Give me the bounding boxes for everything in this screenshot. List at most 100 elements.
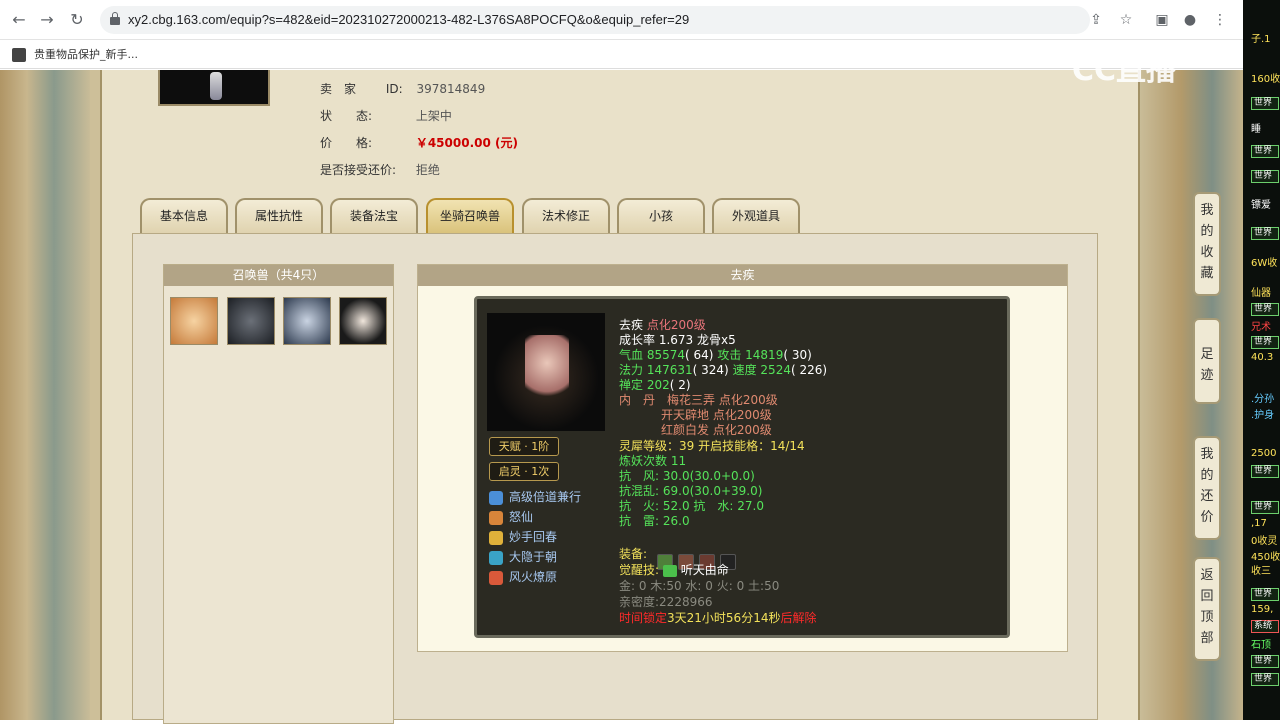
profile-icon[interactable]: ●	[1180, 10, 1200, 30]
talent-badge: 天赋 · 1阶	[489, 437, 559, 456]
awaken-line: 觉醒技: 听天由命	[619, 563, 729, 577]
tab-panel: 召唤兽（共4只） 去疾 天赋 · 1阶 启灵 · 1次 高级倍道兼行 怒仙 妙手…	[132, 233, 1098, 724]
page: 卖 家 ID: 397814849 状 态: 上架中 价 格: ￥45000.0…	[0, 53, 1243, 724]
equip-label: 装备:	[619, 547, 648, 561]
summon-name-line: 去疾 点化200级	[619, 318, 706, 332]
tab-equipment[interactable]: 装备法宝	[330, 198, 418, 234]
bookmark-favicon-icon	[12, 48, 26, 62]
tab-children[interactable]: 小孩	[617, 198, 705, 234]
neidan-line-1: 内 丹 梅花三弄 点化200级	[619, 393, 778, 407]
tab-spell-mods[interactable]: 法术修正	[522, 198, 610, 234]
mp-spd-line: 法力 147631( 324) 速度 2524( 226)	[619, 363, 828, 377]
summon-list-title: 召唤兽（共4只）	[164, 265, 393, 286]
decorative-right-border	[1140, 70, 1243, 720]
back-to-top-button[interactable]: 返回顶部	[1193, 557, 1221, 661]
skill-item[interactable]: 风火燎原	[489, 568, 557, 585]
price-value: ￥45000.00 (元)	[415, 136, 518, 150]
chat-line: .分孙	[1251, 394, 1275, 405]
growth-line: 成长率 1.673 龙骨x5	[619, 333, 736, 347]
main-content: 卖 家 ID: 397814849 状 态: 上架中 价 格: ￥45000.0…	[100, 70, 1140, 724]
chat-tag: 世界	[1251, 588, 1279, 601]
chat-tag: 世界	[1251, 501, 1279, 514]
detail-title: 去疾	[418, 265, 1067, 286]
chat-line: 160收	[1251, 74, 1280, 85]
price-row: 价 格: ￥45000.00 (元)	[320, 136, 518, 150]
chat-tag: 世界	[1251, 227, 1279, 240]
elements-line: 金: 0 木:50 水: 0 火: 0 土:50	[619, 579, 780, 593]
chat-tag: 世界	[1251, 673, 1279, 686]
neidan-line-2: 开天辟地 点化200级	[661, 408, 772, 422]
summon-thumb-2[interactable]	[227, 297, 275, 345]
share-icon[interactable]: ⇪	[1086, 10, 1106, 30]
awaken-skill-icon	[662, 564, 677, 577]
chat-line: 收三	[1251, 566, 1271, 577]
address-bar[interactable]: xy2.cbg.163.com/equip?s=482&eid=20231027…	[100, 6, 1090, 34]
chat-line: 40.3	[1251, 352, 1274, 363]
footprint-button[interactable]: 足迹	[1193, 318, 1221, 404]
skill-item[interactable]: 妙手回春	[489, 528, 557, 545]
chat-line: 0收灵	[1251, 536, 1278, 547]
summon-thumb-3[interactable]	[283, 297, 331, 345]
summon-list: 召唤兽（共4只）	[163, 264, 394, 724]
decorative-left-border	[0, 70, 90, 720]
skill-icon	[489, 530, 503, 545]
intimacy-line: 亲密度:2228966	[619, 595, 713, 609]
bookmark-star-icon[interactable]: ☆	[1116, 10, 1136, 30]
status-row: 状 态: 上架中	[320, 109, 452, 123]
tab-mounts-summons[interactable]: 坐骑召唤兽	[426, 198, 514, 234]
res-chaos-line: 抗混乱: 69.0(30.0+39.0)	[619, 484, 763, 498]
summon-thumb-1[interactable]	[170, 297, 218, 345]
forward-icon[interactable]: →	[36, 9, 58, 31]
chat-line: 450收	[1251, 552, 1280, 563]
status-value: 上架中	[415, 109, 452, 123]
browser-chrome: ← → ↻ xy2.cbg.163.com/equip?s=482&eid=20…	[0, 0, 1243, 70]
counter-offer-row: 是否接受还价: 拒绝	[320, 163, 440, 177]
res-fire-water-line: 抗 火: 52.0 抗 水: 27.0	[619, 499, 764, 513]
chat-tag: 世界	[1251, 145, 1279, 158]
skill-item[interactable]: 高级倍道兼行	[489, 488, 581, 505]
bookmarks-bar: 贵重物品保护_新手...	[0, 41, 1243, 69]
skill-item[interactable]: 大隐于朝	[489, 548, 557, 565]
skill-icon	[489, 550, 503, 565]
chat-line: .护身	[1251, 410, 1275, 421]
skill-icon	[489, 490, 503, 505]
skill-icon	[489, 510, 503, 525]
sidebar-icon[interactable]: ▣	[1152, 10, 1172, 30]
res-thunder-line: 抗 雷: 26.0	[619, 514, 690, 528]
chat-line: 159,	[1251, 604, 1274, 615]
chat-tag: 世界	[1251, 336, 1279, 349]
character-avatar	[158, 70, 270, 106]
my-favorites-button[interactable]: 我的收藏	[1193, 192, 1221, 296]
chat-tag: 世界	[1251, 303, 1279, 316]
tab-attributes[interactable]: 属性抗性	[235, 198, 323, 234]
chat-line: 睡	[1251, 124, 1261, 135]
lock-icon	[110, 12, 120, 25]
url-text: xy2.cbg.163.com/equip?s=482&eid=20231027…	[128, 12, 690, 27]
seller-id-row: 卖 家 ID: 397814849	[320, 82, 486, 96]
chat-tag: 世界	[1251, 97, 1279, 110]
chat-line: ,17	[1251, 518, 1267, 529]
skill-icon	[489, 570, 503, 585]
back-icon[interactable]: ←	[8, 9, 30, 31]
tab-basic-info[interactable]: 基本信息	[140, 198, 228, 234]
chat-tag: 世界	[1251, 170, 1279, 183]
chat-line: 镖爱	[1251, 200, 1271, 211]
skill-item[interactable]: 怒仙	[489, 508, 533, 525]
chat-tag: 世界	[1251, 655, 1279, 668]
chat-line: 石顶	[1251, 640, 1271, 651]
spirit-line: 灵犀等级：39 开启技能格：14/14	[619, 439, 805, 453]
summon-card: 天赋 · 1阶 启灵 · 1次 高级倍道兼行 怒仙 妙手回春 大隐于朝 风火燎原…	[474, 296, 1010, 638]
menu-icon[interactable]: ⋮	[1210, 10, 1230, 30]
summon-detail-panel: 去疾 天赋 · 1阶 启灵 · 1次 高级倍道兼行 怒仙 妙手回春 大隐于朝 风…	[417, 264, 1068, 652]
timelock-line: 时间锁定3天21小时56分14秒后解除	[619, 611, 817, 625]
zen-line: 禅定 202( 2)	[619, 378, 691, 392]
reload-icon[interactable]: ↻	[66, 9, 88, 31]
seller-id: 397814849	[416, 82, 486, 96]
chat-overlay: 子.1 160收 世界 睡 世界 世界 镖爱 世界 6W收 仙器 世界 兄术 世…	[1243, 0, 1280, 720]
bookmark-item[interactable]: 贵重物品保护_新手...	[12, 46, 138, 62]
summon-thumb-4[interactable]	[339, 297, 387, 345]
tab-appearance[interactable]: 外观道具	[712, 198, 800, 234]
hp-atk-line: 气血 85574( 64) 攻击 14819( 30)	[619, 348, 812, 362]
my-counter-offers-button[interactable]: 我的还价	[1193, 436, 1221, 540]
summon-image	[487, 313, 605, 431]
